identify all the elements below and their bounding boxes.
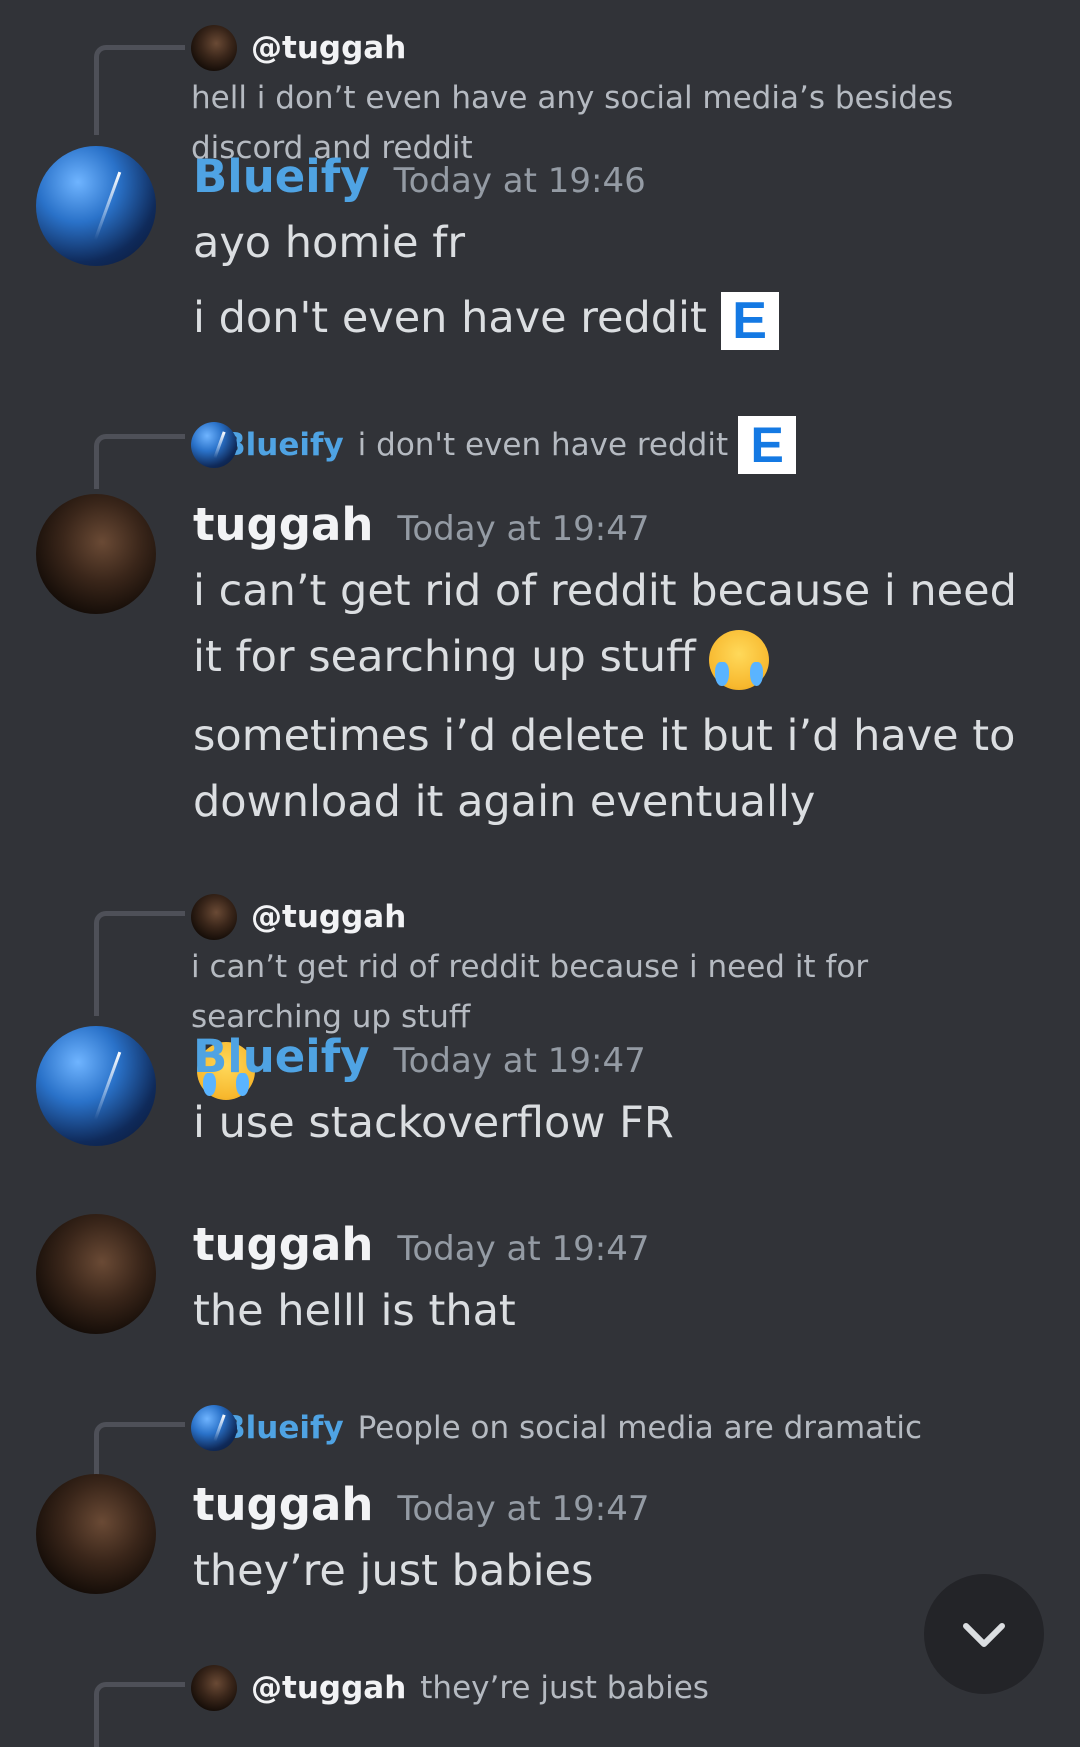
message-header: Blueify Today at 19:46	[193, 150, 646, 203]
timestamp: Today at 19:47	[397, 1229, 650, 1269]
reply-text: they’re just babies	[420, 1670, 709, 1706]
username[interactable]: tuggah	[193, 1218, 373, 1271]
message-header: tuggah Today at 19:47	[193, 1218, 649, 1271]
reply-mention: @tuggah	[251, 899, 407, 935]
reply-spine	[94, 1422, 185, 1479]
username[interactable]: Blueify	[193, 150, 370, 203]
message-line: i can’t get rid of reddit because i need…	[193, 566, 1017, 682]
avatar	[191, 25, 237, 71]
timestamp: Today at 19:46	[393, 161, 646, 201]
e-emoji-icon: E	[738, 416, 797, 474]
username[interactable]: Blueify	[193, 1030, 370, 1083]
avatar[interactable]	[36, 1026, 156, 1146]
message-header: tuggah Today at 19:47	[193, 1478, 649, 1531]
message-line: i don't even have reddit	[193, 293, 707, 343]
message-text: they’re just babies	[193, 1546, 594, 1596]
reply-spine	[94, 1682, 185, 1747]
reply-mention: @tuggah	[251, 30, 407, 66]
reply-preview[interactable]: @Blueify People on social media are dram…	[191, 1403, 1021, 1453]
avatar	[191, 1665, 237, 1711]
reply-preview[interactable]: @Blueify i don't even have reddit E	[191, 416, 1021, 474]
reply-spine	[94, 911, 185, 1016]
scroll-to-bottom-button[interactable]	[924, 1574, 1044, 1694]
message-text: i don't even have reddit E	[193, 285, 1043, 351]
timestamp: Today at 19:47	[397, 509, 650, 549]
message-text: sometimes i’d delete it but i’d have to …	[193, 711, 1016, 827]
avatar[interactable]	[36, 1214, 156, 1334]
reply-preview[interactable]: @tuggah they’re just babies	[191, 1663, 1021, 1713]
avatar[interactable]	[36, 146, 156, 266]
message-header: Blueify Today at 19:47	[193, 1030, 646, 1083]
timestamp: Today at 19:47	[397, 1489, 650, 1529]
avatar[interactable]	[36, 494, 156, 614]
message-header: tuggah Today at 19:47	[193, 498, 649, 551]
reply-spine	[94, 45, 185, 135]
message-text: i can’t get rid of reddit because i need…	[193, 558, 1043, 690]
chevron-down-icon	[963, 1623, 1005, 1647]
timestamp: Today at 19:47	[393, 1041, 646, 1081]
reply-mention: @tuggah	[251, 1670, 407, 1706]
avatar	[191, 894, 237, 940]
username[interactable]: tuggah	[193, 1478, 373, 1531]
username[interactable]: tuggah	[193, 498, 373, 551]
message-text: ayo homie fr	[193, 218, 466, 268]
avatar[interactable]	[36, 1474, 156, 1594]
reply-text: i don't even have reddit	[357, 427, 729, 463]
reply-text: People on social media are dramatic	[357, 1410, 923, 1446]
avatar	[191, 1405, 237, 1451]
loudly-crying-emoji-icon	[709, 629, 770, 690]
reply-text: i can’t get rid of reddit because i need…	[191, 949, 869, 1035]
reply-spine	[94, 434, 185, 489]
message-text: the helll is that	[193, 1286, 516, 1336]
avatar	[191, 422, 237, 468]
message-text: i use stackoverflow FR	[193, 1098, 674, 1148]
e-emoji-icon: E	[720, 291, 779, 350]
